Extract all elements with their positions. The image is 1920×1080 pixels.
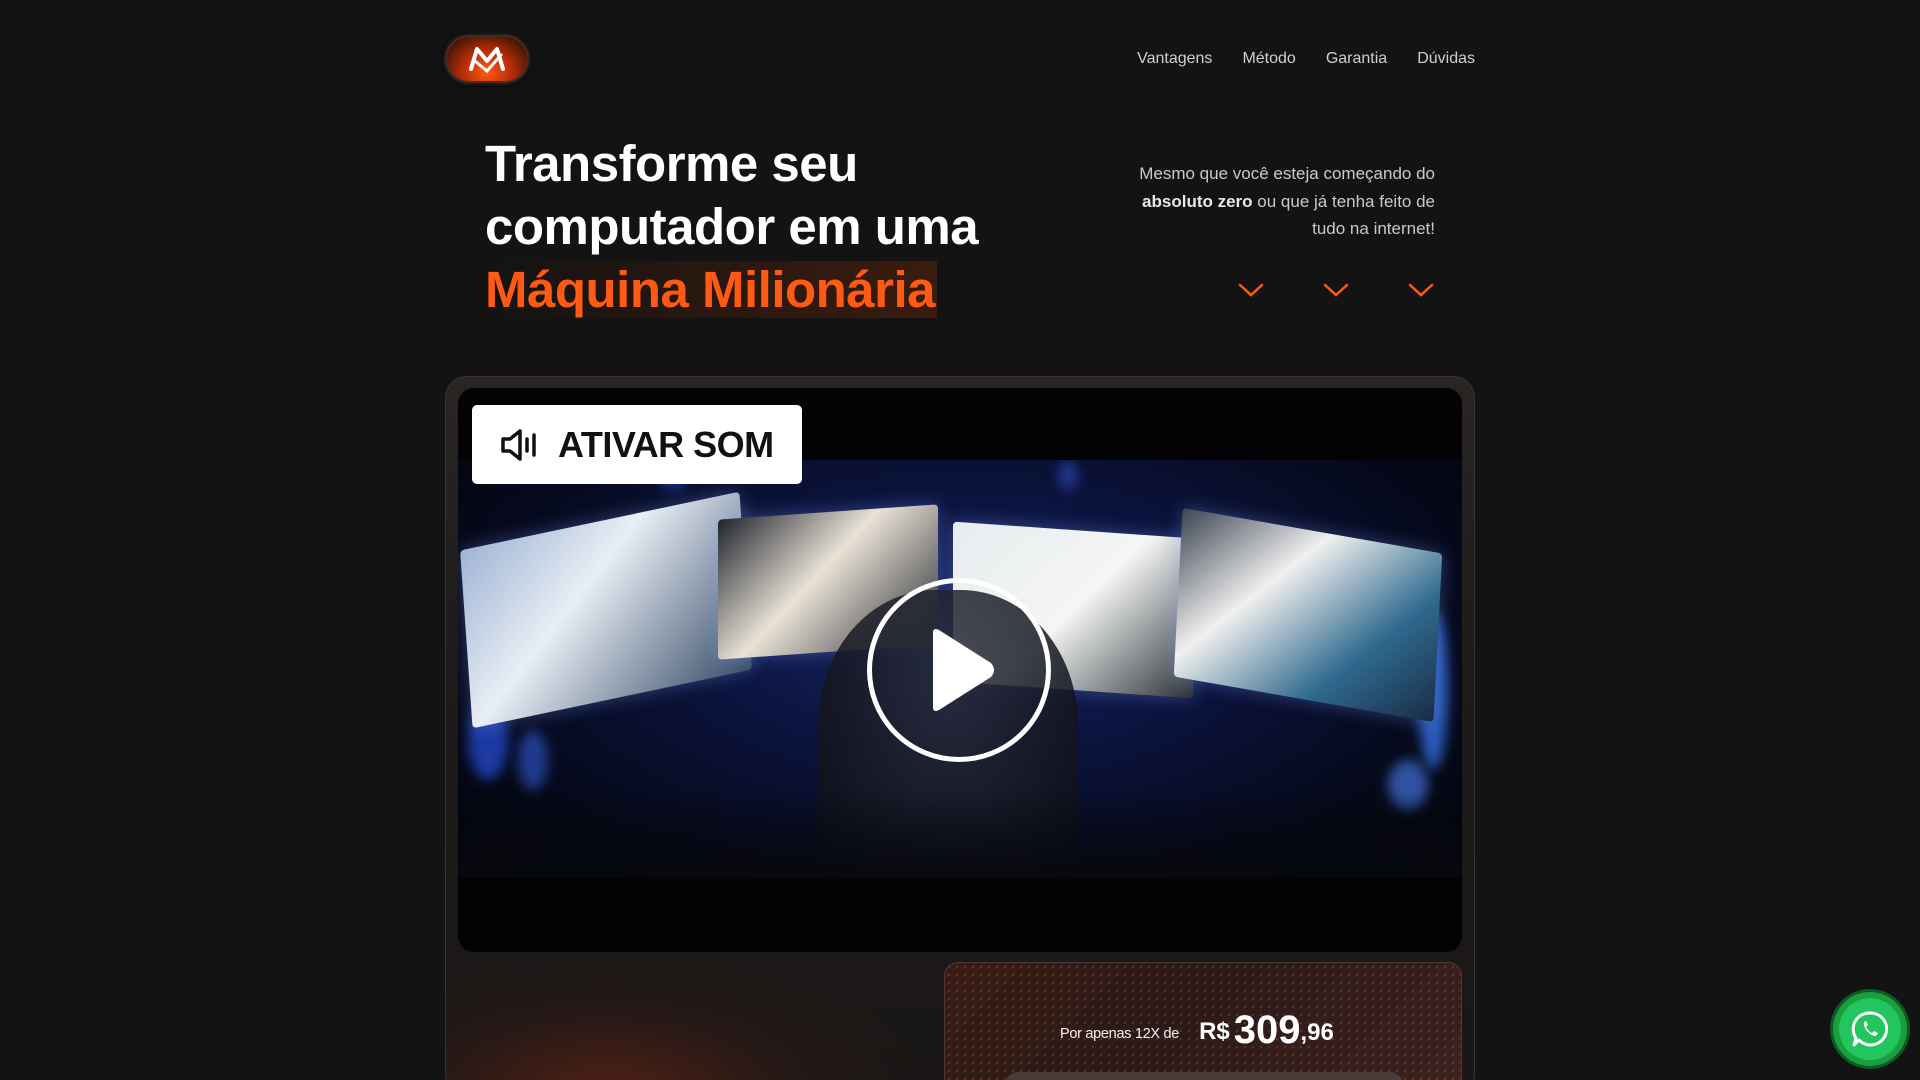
left-monitor	[460, 491, 752, 729]
nav-metodo[interactable]: Método	[1242, 50, 1295, 68]
play-button[interactable]	[867, 578, 1051, 762]
desk-shadow	[458, 790, 1462, 878]
speaker-icon	[501, 428, 536, 461]
whatsapp-button-inner	[1839, 998, 1901, 1060]
decorative-glow	[446, 960, 906, 1080]
scroll-chevrons	[1238, 280, 1438, 302]
price-integer: 309	[1233, 1008, 1301, 1052]
hero-title-line1: Transforme seu	[485, 135, 858, 192]
hero-subtitle-pre: Mesmo que você esteja começando do	[1139, 164, 1435, 183]
hero-subtitle: Mesmo que você esteja começando do absol…	[1115, 160, 1435, 243]
site-header: Vantagens Método Garantia Dúvidas	[445, 34, 1475, 84]
price-value: R$ 309 ,96	[1199, 1010, 1334, 1050]
logo[interactable]	[445, 35, 529, 83]
nav-duvidas[interactable]: Dúvidas	[1417, 50, 1475, 68]
chevron-down-icon	[1238, 283, 1264, 297]
m-logo-icon	[469, 47, 505, 73]
whatsapp-button[interactable]	[1833, 992, 1907, 1066]
activate-sound-button[interactable]: ATIVAR SOM	[472, 405, 802, 484]
nav-vantagens[interactable]: Vantagens	[1137, 50, 1212, 68]
whatsapp-icon	[1851, 1011, 1889, 1047]
chevron-down-icon	[1323, 283, 1349, 297]
nav-garantia[interactable]: Garantia	[1326, 50, 1387, 68]
hero-title: Transforme seu computador em uma Máquina…	[485, 132, 1045, 321]
hero-title-accent: Máquina Milionária	[485, 261, 938, 318]
right-monitor	[1173, 507, 1443, 723]
hero-subtitle-bold: absoluto zero	[1142, 191, 1253, 211]
play-icon	[933, 629, 994, 711]
buy-button[interactable]	[1004, 1072, 1404, 1080]
price-label: Por apenas 12X de	[1060, 1026, 1180, 1042]
main-nav: Vantagens Método Garantia Dúvidas	[1137, 50, 1475, 68]
price-row: Por apenas 12X de R$ 309 ,96	[1060, 1010, 1334, 1050]
activate-sound-label: ATIVAR SOM	[558, 423, 774, 465]
hero-subtitle-post: ou que já tenha feito de tudo na interne…	[1257, 191, 1435, 239]
price-currency: R$	[1199, 1018, 1230, 1045]
chevron-down-icon	[1408, 283, 1434, 297]
hero-title-line2: computador em uma	[485, 198, 979, 255]
price-decimal: ,96	[1300, 1019, 1334, 1046]
